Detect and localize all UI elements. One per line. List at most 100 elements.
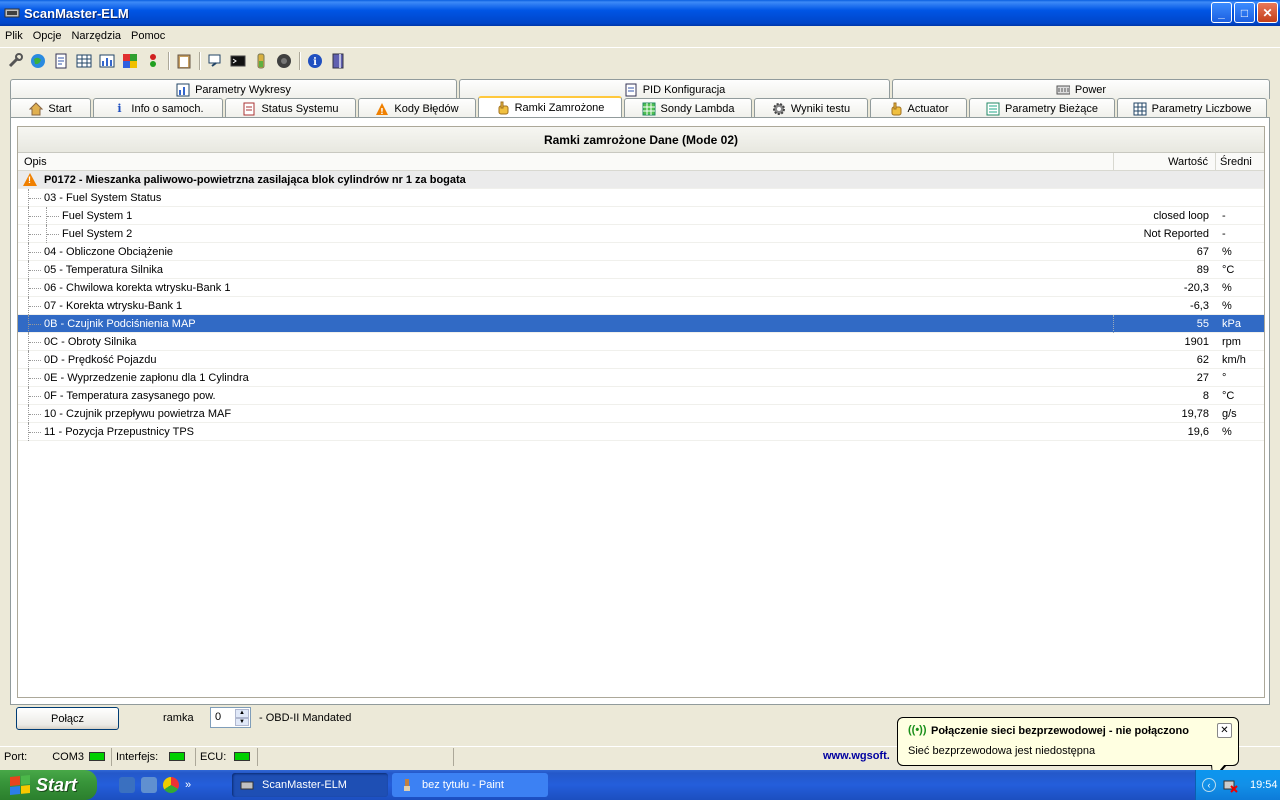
row-value: Not Reported — [1143, 228, 1209, 240]
tab-kody-bledow[interactable]: ! Kody Błędów — [358, 98, 476, 118]
ramka-spinner[interactable]: 0 ▲ ▼ — [210, 707, 251, 728]
tab-parametry-wykresy[interactable]: Parametry Wykresy — [10, 79, 457, 99]
close-button[interactable]: ✕ — [1257, 2, 1278, 23]
row-unit: km/h — [1222, 354, 1246, 366]
ramka-value[interactable]: 0 — [215, 711, 221, 723]
start-button[interactable]: Start — [0, 770, 97, 800]
battery-icon[interactable] — [250, 50, 272, 72]
table-row[interactable]: 0C - Obroty Silnika 1901 rpm — [18, 333, 1264, 351]
tab-power[interactable]: Power — [892, 79, 1270, 99]
table-row[interactable]: 11 - Pozycja Przepustnicy TPS 19,6% — [18, 423, 1264, 441]
table-row[interactable]: Fuel System 1 closed loop - — [18, 207, 1264, 225]
menu-pomoc[interactable]: Pomoc — [126, 30, 170, 42]
tab-sondy-lambda[interactable]: Sondy Lambda — [624, 98, 752, 118]
tab-actuator[interactable]: Actuator — [870, 98, 967, 118]
table-row[interactable]: 03 - Fuel System Status — [18, 189, 1264, 207]
row-value: 1901 — [1184, 336, 1209, 348]
row-label: 07 - Korekta wtrysku-Bank 1 — [44, 300, 183, 312]
table-row[interactable]: 05 - Temperatura Silnika 89 °C — [18, 261, 1264, 279]
maximize-button[interactable]: □ — [1234, 2, 1255, 23]
chrome-icon[interactable] — [163, 777, 179, 793]
taskbar-item-scanmaster[interactable]: ScanMaster-ELM — [232, 773, 388, 797]
minimize-button[interactable]: _ — [1211, 2, 1232, 23]
terminal-icon[interactable] — [227, 50, 249, 72]
tab-info[interactable]: i Info o samoch. — [93, 98, 223, 118]
document-icon[interactable] — [50, 50, 72, 72]
toolbar-separator — [168, 51, 170, 70]
wireless-disconnected-icon[interactable] — [1222, 777, 1238, 793]
freeze-frame-grid: Ramki zamrożone Dane (Mode 02) Opis Wart… — [17, 126, 1265, 698]
info-icon[interactable]: i — [304, 50, 326, 72]
tab-status-systemu[interactable]: Status Systemu — [225, 98, 356, 118]
table-row[interactable]: 0F - Temperatura zasysanego pow. 8 °C — [18, 387, 1264, 405]
chart-icon[interactable] — [96, 50, 118, 72]
row-value: 62 — [1196, 354, 1209, 366]
row-label: 0E - Wyprzedzenie zapłonu dla 1 Cylindra — [44, 372, 249, 384]
taskbar-item-paint[interactable]: bez tytułu - Paint — [392, 773, 548, 797]
tab-parametry-liczbowe[interactable]: Parametry Liczbowe — [1117, 98, 1267, 118]
tab-label: Status Systemu — [261, 102, 339, 115]
paint-icon — [404, 779, 410, 791]
column-header-wartosc[interactable]: Wartość — [1168, 156, 1208, 168]
column-header-sredni[interactable]: Średni — [1220, 156, 1252, 168]
globe-icon[interactable] — [27, 50, 49, 72]
tab-start[interactable]: Start — [10, 98, 91, 118]
connect-button[interactable]: Połącz — [16, 707, 119, 730]
balloon-close-button[interactable]: ✕ — [1217, 723, 1232, 738]
menu-opcje[interactable]: Opcje — [28, 30, 67, 42]
balloon-text: Sieć bezprzewodowa jest niedostępna — [908, 745, 1096, 757]
table-row[interactable]: 10 - Czujnik przepływu powietrza MAF 19,7… — [18, 405, 1264, 423]
wrench-icon[interactable] — [4, 50, 26, 72]
table-row[interactable]: 0D - Prędkość Pojazdu 62 km/h — [18, 351, 1264, 369]
row-unit: % — [1222, 426, 1232, 438]
dtc-group-row[interactable]: P0172 - Mieszanka paliwowo-powietrzna za… — [18, 171, 1264, 189]
table-icon[interactable] — [73, 50, 95, 72]
row-label: 03 - Fuel System Status — [44, 192, 162, 204]
website-link[interactable]: www.wgsoft. — [823, 750, 890, 762]
table-row[interactable]: Fuel System 2 Not Reported - — [18, 225, 1264, 243]
table-row[interactable]: 0B - Czujnik Podciśnienia MAP 55 kPa — [18, 315, 1264, 333]
menu-plik[interactable]: Plik — [0, 30, 28, 42]
chart-icon — [176, 83, 190, 97]
row-unit: - — [1222, 210, 1226, 222]
grid-icon — [642, 102, 656, 116]
table-row[interactable]: 07 - Korekta wtrysku-Bank 1 -6,3% — [18, 297, 1264, 315]
outlook-icon[interactable] — [141, 777, 157, 793]
row-value: 19,6 — [1187, 426, 1209, 438]
traffic-light-icon[interactable] — [142, 50, 164, 72]
show-desktop-icon[interactable] — [119, 777, 135, 793]
status-port: Port: COM3 — [0, 747, 112, 766]
row-value: 67 — [1196, 246, 1209, 258]
tree-line — [28, 387, 42, 405]
table-row[interactable]: 06 - Chwilowa korekta wtrysku-Bank 1 -20,… — [18, 279, 1264, 297]
book-icon[interactable] — [327, 50, 349, 72]
record-icon[interactable] — [273, 50, 295, 72]
tab-label: Info o samoch. — [131, 102, 204, 115]
tab-ramki-zamrozone[interactable]: Ramki Zamrożone — [478, 96, 622, 118]
row-unit: rpm — [1222, 336, 1241, 348]
tab-wyniki-testu[interactable]: Wyniki testu — [754, 98, 868, 118]
warning-icon: ! — [375, 102, 389, 116]
column-header-opis[interactable]: Opis — [24, 156, 47, 168]
warning-icon — [23, 173, 37, 186]
tray-expand-icon[interactable]: ‹ — [1202, 778, 1216, 792]
wireless-notification-balloon[interactable]: ((•)) Połączenie sieci bezprzewodowej - … — [897, 717, 1239, 781]
hand-icon — [889, 102, 903, 116]
menu-narzedzia[interactable]: Narzędzia — [66, 30, 126, 42]
toolbar-separator — [299, 51, 301, 70]
table-row[interactable]: 0E - Wyprzedzenie zapłonu dla 1 Cylindra… — [18, 369, 1264, 387]
tree-line — [28, 279, 42, 297]
clipboard-icon[interactable] — [173, 50, 195, 72]
table-row[interactable]: 04 - Obliczone Obciążenie 67% — [18, 243, 1264, 261]
spin-up-icon[interactable]: ▲ — [235, 709, 249, 718]
row-unit: % — [1222, 300, 1232, 312]
status-ecu: ECU: — [196, 747, 258, 766]
app-icon — [4, 8, 20, 18]
tree-line — [28, 423, 42, 441]
magnifier-icon[interactable] — [204, 50, 226, 72]
tab-label: Start — [48, 102, 72, 115]
quick-launch-more[interactable]: » — [185, 779, 191, 791]
map-icon[interactable] — [119, 50, 141, 72]
tab-parametry-biezace[interactable]: Parametry Bieżące — [969, 98, 1115, 118]
spin-down-icon[interactable]: ▼ — [235, 717, 249, 726]
